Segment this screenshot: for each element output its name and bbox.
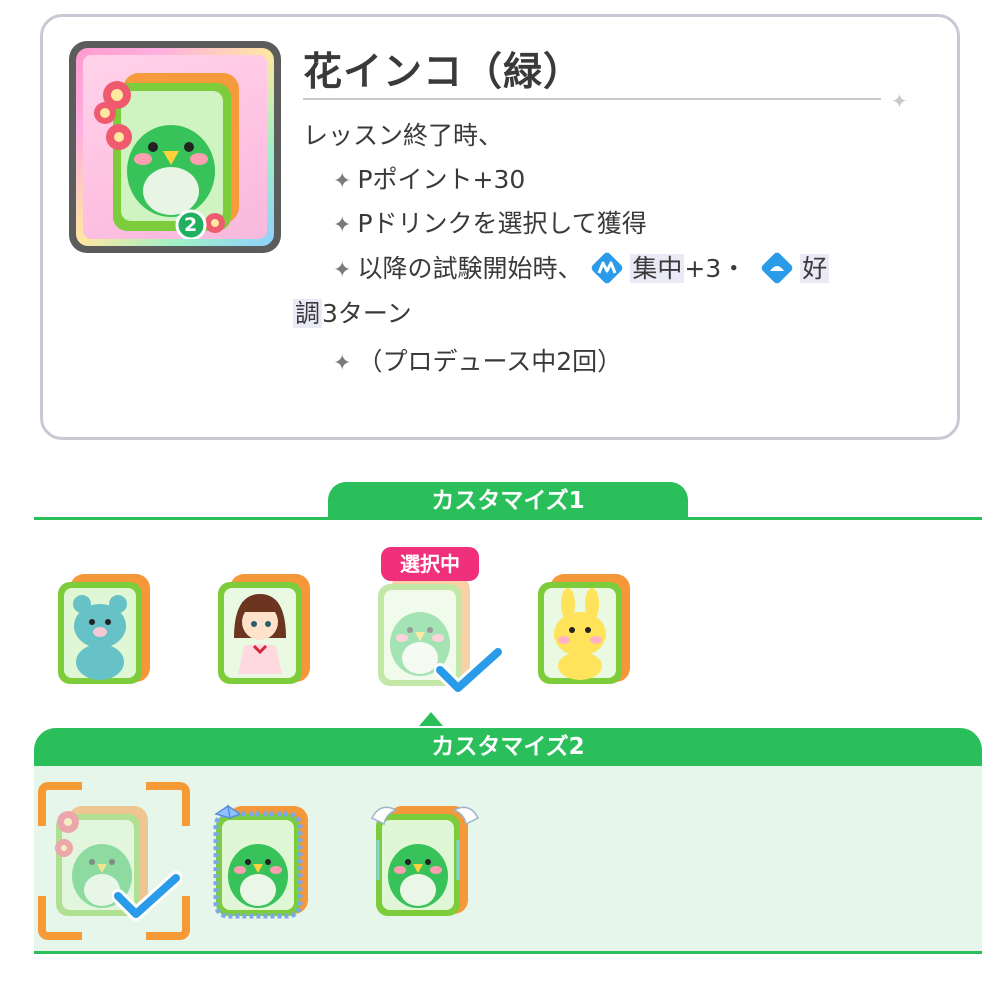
item-detail-card: 2 花インコ（緑） ✦ レッスン終了時、 ✦ Pポイント+30 ✦ Pドリンクを選択… xyxy=(40,14,960,440)
sparkle-icon: ✦ xyxy=(891,89,908,113)
focus-frame-corner-tl xyxy=(38,782,82,826)
item-icon-frame: 2 xyxy=(69,41,281,253)
item-upgrade-badge: 2 xyxy=(184,214,198,236)
sparkle-icon: ✦ xyxy=(333,169,352,194)
desc-line-trigger: レッスン終了時、 xyxy=(303,121,504,150)
desc-bullet-pdrink: ✦ Pドリンクを選択して獲得 xyxy=(333,209,647,238)
focus-frame-corner-bl xyxy=(38,896,82,940)
customize1-header: カスタマイズ1 xyxy=(328,482,688,520)
desc-bullet-ppoint: ✦ Pポイント+30 xyxy=(333,165,526,194)
customize1-option-doll-girl[interactable] xyxy=(212,568,322,688)
checkmark-icon xyxy=(112,871,182,921)
desc-bullet-exam-start-cont: 調3ターン xyxy=(293,299,412,328)
item-title: 花インコ（緑） xyxy=(303,50,584,95)
selected-badge: 選択中 xyxy=(381,547,479,581)
customize1-option-yellow-rabbit[interactable] xyxy=(532,568,642,688)
customize2-option-ribbon-frame[interactable] xyxy=(210,800,320,920)
focus-frame-corner-tr xyxy=(146,782,190,826)
checkmark-icon xyxy=(434,645,504,695)
focus-label: 集中 xyxy=(630,254,685,283)
sparkle-icon: ✦ xyxy=(333,351,352,376)
active-tab-pointer xyxy=(419,712,443,726)
customize2-header: カスタマイズ2 xyxy=(34,728,982,766)
customize2-option-angel-wings[interactable] xyxy=(370,800,480,920)
parakeet-bag-icon xyxy=(94,73,239,239)
sparkle-icon: ✦ xyxy=(333,213,352,238)
desc-bullet-exam-start: ✦ 以降の試験開始時、 集中+3・ 好 xyxy=(333,249,830,285)
good-condition-status-icon xyxy=(761,252,793,284)
good-condition-label-b: 調 xyxy=(293,299,323,328)
customize1-divider xyxy=(34,517,982,520)
customize2-divider xyxy=(34,951,982,954)
good-condition-label-a: 好 xyxy=(800,254,830,283)
focus-status-icon xyxy=(592,252,623,284)
title-divider xyxy=(303,98,881,100)
sparkle-icon: ✦ xyxy=(333,258,352,283)
desc-bullet-uses: ✦ （プロデュース中2回） xyxy=(333,347,623,376)
customize1-option-teal-bear[interactable] xyxy=(52,568,162,688)
